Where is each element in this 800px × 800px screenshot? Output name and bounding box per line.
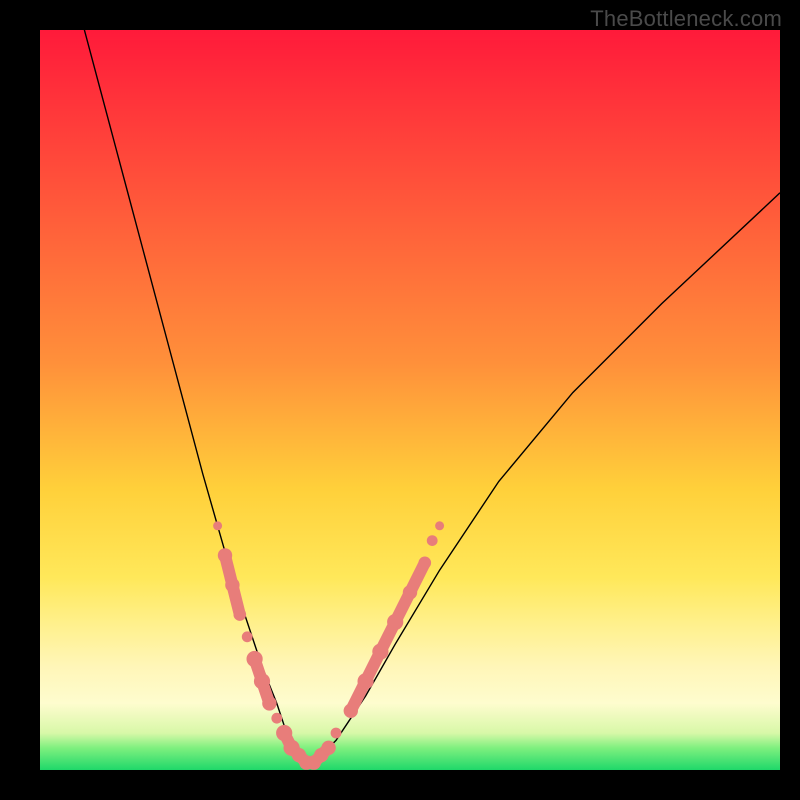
curve-marker-segment [380,622,395,652]
curve-marker [292,748,306,762]
watermark-label: TheBottleneck.com [590,6,782,32]
curve-marker-segment [395,592,410,622]
curve-marker-segment [314,755,321,762]
bottleneck-curve-path [84,30,780,763]
chart-root: TheBottleneck.com [0,0,800,800]
curve-marker-segment [232,585,239,615]
curve-marker-segment [292,748,299,755]
curve-marker [213,521,222,530]
curve-marker [387,614,403,630]
curve-marker [403,585,417,599]
curve-marker [271,713,282,724]
curve-marker [254,673,270,689]
curve-marker [284,740,300,756]
curve-marker [299,755,313,769]
curve-marker [242,631,253,642]
curve-marker [225,578,239,592]
curve-marker [234,608,247,621]
curve-marker-segment [284,733,291,748]
curve-marker [314,748,328,762]
curve-marker [321,741,335,755]
curve-marker-segment [410,563,425,593]
curve-marker [218,548,232,562]
curve-marker-segment [366,652,381,682]
curve-marker [358,673,374,689]
curve-marker [435,521,444,530]
curve-marker-segment [299,755,306,762]
curve-marker [276,725,292,741]
curve-markers [213,521,444,770]
curve-marker [372,644,388,660]
curve-marker [344,704,358,718]
curve-marker-segment [262,681,269,703]
curve-marker-segment [255,659,262,681]
curve-marker [427,535,438,546]
curve-marker-segment [321,748,328,755]
series-bottleneck-curve [84,30,780,763]
curve-marker-segment [225,555,232,585]
plot-area [40,30,780,770]
curve-marker-segment [351,681,366,711]
curve-marker [247,651,263,667]
curve-marker [262,696,276,710]
curve-marker [307,755,321,769]
curve-marker [331,728,342,739]
curve-marker [419,557,432,570]
curve-svg [40,30,780,770]
